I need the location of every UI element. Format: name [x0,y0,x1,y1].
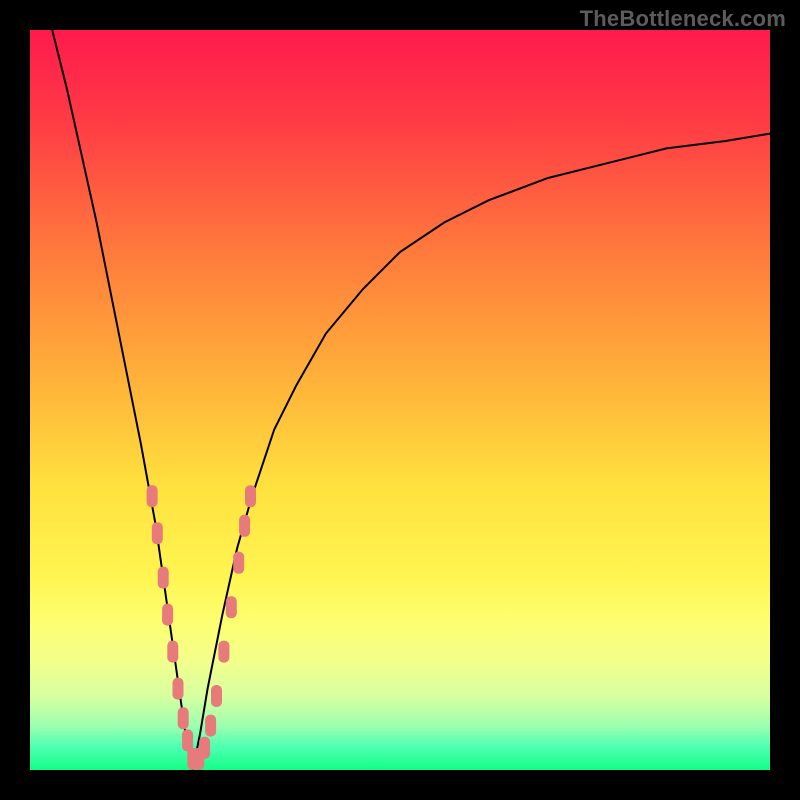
data-marker [199,737,210,759]
data-marker [152,522,163,544]
data-marker [211,685,222,707]
data-marker [158,567,169,589]
data-marker [218,641,229,663]
data-marker [162,604,173,626]
data-marker [205,715,216,737]
chart-svg [30,30,770,770]
data-marker [178,707,189,729]
data-marker [226,596,237,618]
data-marker [233,552,244,574]
data-marker [147,485,158,507]
data-marker [173,678,184,700]
data-marker [245,485,256,507]
outer-frame: TheBottleneck.com [0,0,800,800]
watermark-text: TheBottleneck.com [580,6,786,32]
data-marker [167,641,178,663]
curve-right-branch [193,134,770,770]
data-marker [239,515,250,537]
